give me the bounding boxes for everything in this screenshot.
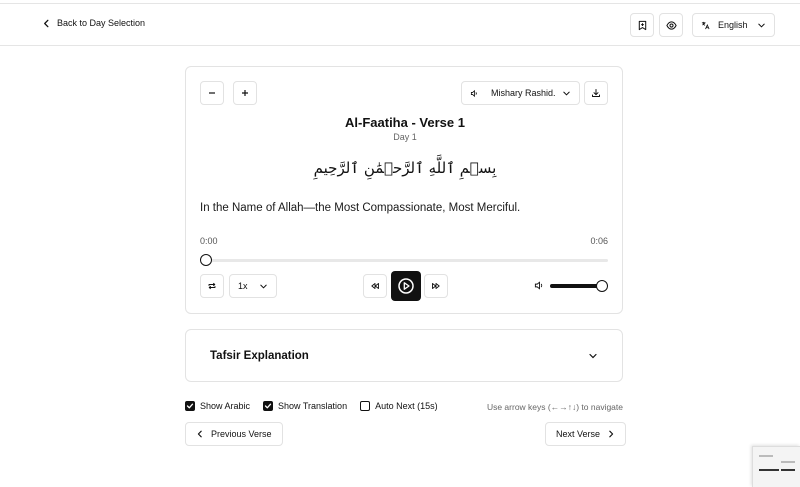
reciter-select[interactable]: Mishary Rashid... xyxy=(461,81,580,105)
view-toggle-button[interactable] xyxy=(659,13,683,37)
previous-verse-button[interactable]: Previous Verse xyxy=(185,422,283,446)
chevron-down-icon xyxy=(260,284,267,289)
download-icon xyxy=(592,89,600,97)
language-label: English xyxy=(718,20,748,30)
decrease-font-button[interactable] xyxy=(200,81,224,105)
show-arabic-option[interactable]: Show Arabic xyxy=(185,401,250,411)
show-translation-option[interactable]: Show Translation xyxy=(263,401,347,411)
auto-next-checkbox[interactable] xyxy=(360,401,371,411)
chevron-right-icon xyxy=(609,430,614,438)
screenshot-preview-thumbnail[interactable] xyxy=(752,446,800,487)
show-translation-label: Show Translation xyxy=(278,401,348,411)
thumbnail-line xyxy=(781,469,795,471)
thumbnail-line xyxy=(781,461,795,463)
download-button[interactable] xyxy=(584,81,608,105)
chevron-left-icon xyxy=(44,19,49,27)
back-link-label: Back to Day Selection xyxy=(57,18,146,28)
duration-time: 0:06 xyxy=(590,236,608,246)
speed-label: 1x xyxy=(238,281,248,291)
show-arabic-checkbox[interactable] xyxy=(185,401,195,411)
tafsir-accordion[interactable]: Tafsir Explanation xyxy=(185,329,623,382)
volume-icon[interactable] xyxy=(534,280,545,291)
verse-player-card: Mishary Rashid... Al-Faatiha - Verse 1 D… xyxy=(185,66,623,314)
bookmark-plus-icon xyxy=(638,20,646,30)
audio-progress-slider[interactable] xyxy=(200,254,608,266)
display-options: Show Arabic Show Translation Auto Next (… xyxy=(185,401,438,411)
back-to-day-selection-link[interactable]: Back to Day Selection xyxy=(42,18,145,28)
play-circle-icon xyxy=(398,278,414,294)
thumbnail-line xyxy=(759,469,779,471)
eye-icon xyxy=(665,20,677,30)
keyboard-hint: Use arrow keys (←→↑↓) to navigate xyxy=(486,402,623,412)
volume-fill xyxy=(550,284,602,288)
auto-next-option[interactable]: Auto Next (15s) xyxy=(360,401,438,411)
language-select[interactable]: English xyxy=(692,13,775,37)
top-header: Back to Day Selection English xyxy=(0,4,800,46)
play-button[interactable] xyxy=(391,271,421,301)
chevron-down-icon xyxy=(589,353,597,358)
playback-speed-select[interactable]: 1x xyxy=(229,274,277,298)
current-time: 0:00 xyxy=(200,236,218,246)
thumbnail-line xyxy=(759,455,773,457)
minus-icon xyxy=(209,92,215,94)
rewind-button[interactable] xyxy=(363,274,387,298)
fast-forward-icon xyxy=(432,283,440,289)
translation-text: In the Name of Allah—the Most Compassion… xyxy=(200,202,521,214)
chevron-down-icon xyxy=(758,23,765,28)
volume-thumb[interactable] xyxy=(596,280,608,292)
day-label: Day 1 xyxy=(393,132,417,142)
volume-slider[interactable] xyxy=(550,280,608,292)
tafsir-title: Tafsir Explanation xyxy=(210,349,309,362)
repeat-button[interactable] xyxy=(200,274,224,298)
translate-icon xyxy=(701,21,710,29)
arabic-verse-text: بِسۡمِ ٱللَّهِ ٱلرَّحۡمَٰنِ ٱلرَّحِيمِ xyxy=(313,159,497,177)
rewind-icon xyxy=(371,283,379,289)
plus-icon xyxy=(242,90,248,96)
verse-title: Al-Faatiha - Verse 1 xyxy=(345,115,465,130)
speaker-icon xyxy=(470,89,477,97)
show-translation-checkbox[interactable] xyxy=(263,401,274,411)
next-verse-label: Next Verse xyxy=(556,429,601,439)
progress-thumb[interactable] xyxy=(200,254,212,266)
bookmark-button[interactable] xyxy=(630,13,654,37)
next-verse-button[interactable]: Next Verse xyxy=(545,422,627,446)
auto-next-label: Auto Next (15s) xyxy=(375,401,438,411)
reciter-label: Mishary Rashid... xyxy=(491,88,556,98)
previous-verse-label: Previous Verse xyxy=(211,429,272,439)
chevron-down-icon xyxy=(563,91,570,96)
increase-font-button[interactable] xyxy=(233,81,257,105)
fast-forward-button[interactable] xyxy=(424,274,448,298)
chevron-left-icon xyxy=(197,430,202,438)
repeat-icon xyxy=(208,282,216,290)
show-arabic-label: Show Arabic xyxy=(200,401,251,411)
